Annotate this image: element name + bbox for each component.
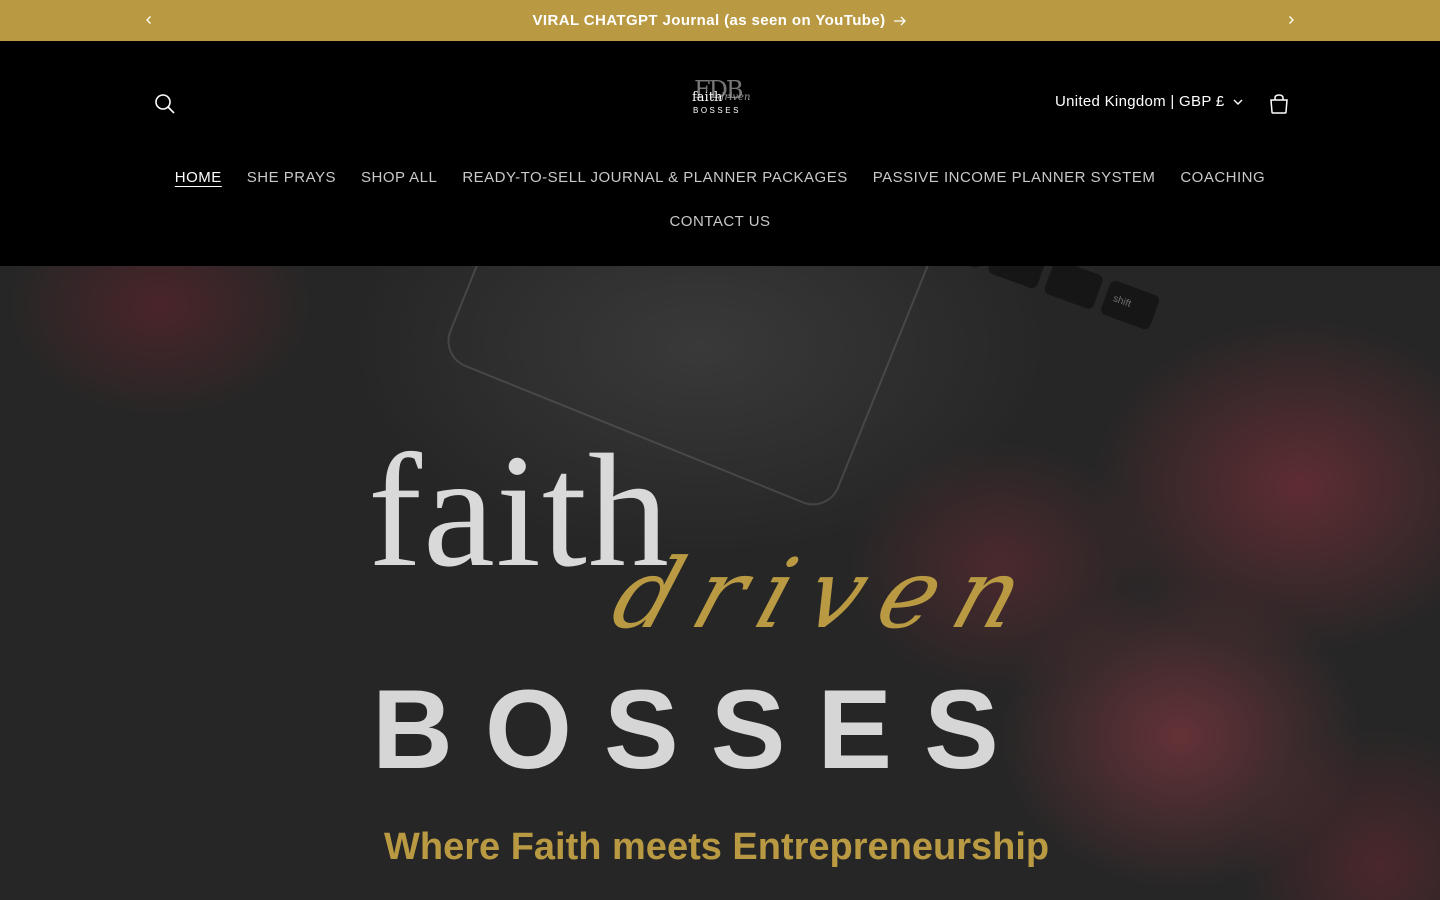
hero-title-bosses: BOSSES: [372, 667, 1031, 792]
hero-title-driven: driven: [599, 538, 1056, 650]
hero-tagline: Where Faith meets Entrepreneurship: [384, 826, 1050, 868]
keyboard-key: [986, 266, 1048, 290]
cart-icon: [1270, 94, 1288, 114]
keyboard-image: command option shift: [855, 266, 1224, 405]
arrow-right-icon: [894, 16, 907, 25]
site-logo[interactable]: FDB faith driven BOSSES: [688, 76, 754, 131]
nav-item-shop-all[interactable]: SHOP ALL: [349, 158, 450, 198]
country-selector-label: United Kingdom | GBP £: [1055, 93, 1225, 110]
announcement-bar: VIRAL CHATGPT Journal (as seen on YouTub…: [0, 0, 1440, 41]
nav-item-she-prays[interactable]: SHE PRAYS: [234, 158, 348, 198]
announcement-text[interactable]: VIRAL CHATGPT Journal (as seen on YouTub…: [533, 12, 886, 29]
logo-driven: driven: [718, 92, 751, 103]
announcement-link[interactable]: VIRAL CHATGPT Journal (as seen on YouTub…: [0, 0, 1440, 41]
nav-item-passive-income[interactable]: PASSIVE INCOME PLANNER SYSTEM: [860, 158, 1168, 198]
main-navigation: HOME SHE PRAYS SHOP ALL READY-TO-SELL JO…: [0, 158, 1440, 242]
chevron-down-icon: [1233, 99, 1243, 105]
hero-banner: command option shift faith driven BOSSES…: [0, 266, 1440, 900]
site-header: FDB faith driven BOSSES United Kingdom |…: [0, 41, 1440, 266]
nav-item-ready-to-sell[interactable]: READY-TO-SELL JOURNAL & PLANNER PACKAGES: [450, 158, 860, 198]
cart-button[interactable]: [1264, 89, 1294, 119]
search-button[interactable]: [150, 89, 180, 119]
nav-item-coaching[interactable]: COACHING: [1168, 158, 1278, 198]
country-currency-selector[interactable]: United Kingdom | GBP £: [1055, 93, 1244, 110]
nav-item-home[interactable]: HOME: [162, 158, 234, 198]
search-icon: [155, 94, 175, 114]
key-label: shift: [1111, 293, 1133, 310]
hero-title-faith: faith: [368, 422, 670, 601]
logo-bosses: BOSSES: [693, 106, 741, 115]
announcement-next-button[interactable]: [1281, 10, 1301, 30]
nav-row-primary: HOME SHE PRAYS SHOP ALL READY-TO-SELL JO…: [0, 158, 1440, 198]
keyboard-key: [1043, 266, 1105, 311]
nav-row-secondary: CONTACT US: [0, 202, 1440, 242]
keyboard-key: option: [930, 266, 992, 270]
keyboard-key: shift: [1099, 279, 1161, 331]
nav-item-contact-us[interactable]: CONTACT US: [657, 202, 783, 242]
chevron-right-icon: [1289, 16, 1294, 24]
